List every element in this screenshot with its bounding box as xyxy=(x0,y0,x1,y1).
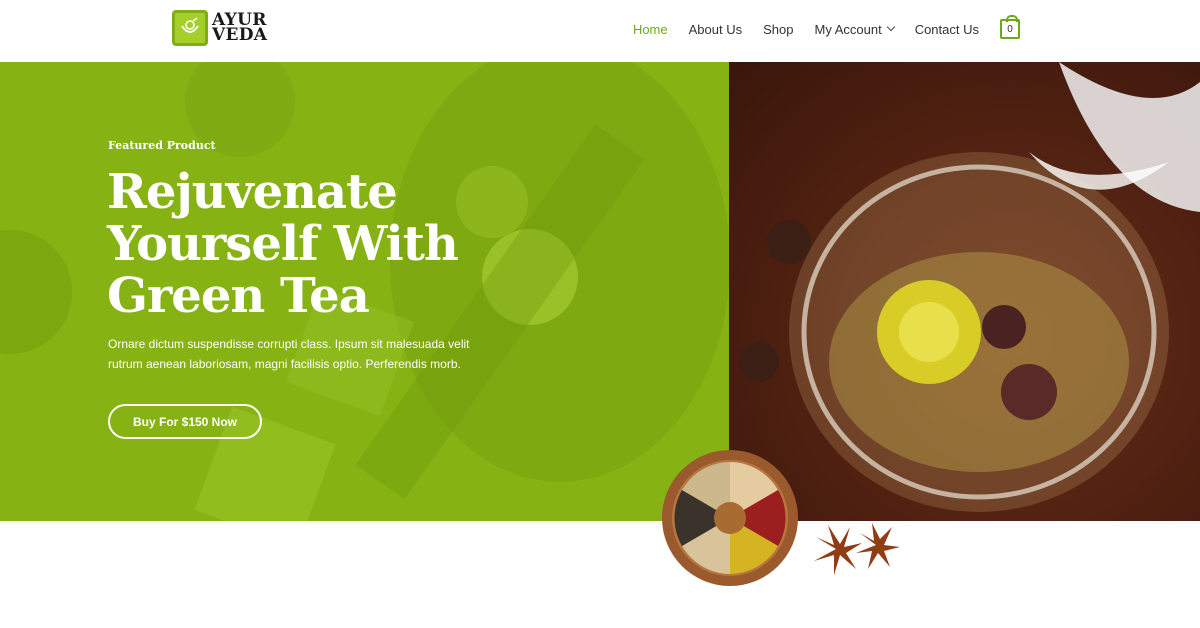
nav-shop[interactable]: Shop xyxy=(763,22,793,37)
hero-description: Ornare dictum suspendisse corrupti class… xyxy=(108,337,470,371)
chevron-down-icon xyxy=(886,22,895,32)
nav-home[interactable]: Home xyxy=(633,22,668,37)
main-nav: Home About Us Shop My Account Contact Us… xyxy=(612,0,1020,58)
nav-contact-us[interactable]: Contact Us xyxy=(915,22,979,37)
star-anise-image xyxy=(814,523,900,575)
nav-about-us[interactable]: About Us xyxy=(689,22,742,37)
site-logo[interactable]: AYUR VEDA xyxy=(172,10,267,46)
buy-now-button[interactable]: Buy For $150 Now xyxy=(108,404,262,439)
logo-wordmark: AYUR VEDA xyxy=(212,12,268,45)
cart-count: 0 xyxy=(1007,23,1013,35)
hero-headline: Rejuvenate Yourself With Green Tea xyxy=(107,164,459,324)
hero-green-panel: Featured Product Rejuvenate Yourself Wit… xyxy=(0,62,729,521)
hero-eyebrow: Featured Product xyxy=(108,139,216,152)
cart-icon[interactable]: 0 xyxy=(1000,15,1020,39)
nav-my-account-label: My Account xyxy=(814,21,882,37)
logo-line-2: VEDA xyxy=(212,25,268,45)
hero-section: Featured Product Rejuvenate Yourself Wit… xyxy=(0,62,1200,521)
logo-icon xyxy=(172,10,208,46)
site-header: AYUR VEDA Home About Us Shop My Account … xyxy=(0,0,1200,62)
spice-plate-image xyxy=(662,450,798,586)
nav-my-account[interactable]: My Account xyxy=(814,21,895,37)
